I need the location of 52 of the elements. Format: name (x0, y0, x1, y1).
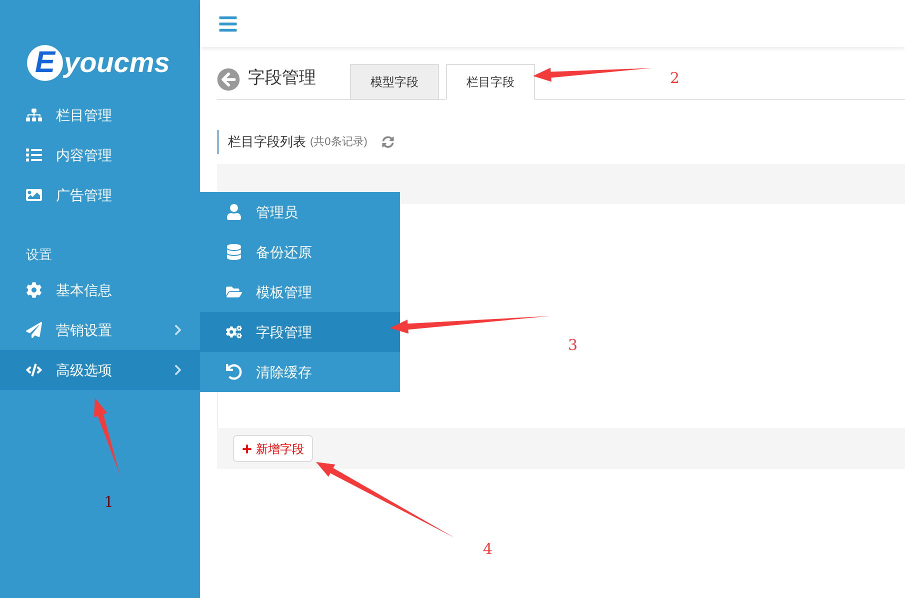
tab[interactable]: 栏目字段 (446, 64, 535, 100)
flyout-item[interactable]: 管理员 (200, 192, 400, 232)
flyout-item[interactable]: 字段管理 (200, 312, 400, 352)
menu-label: 字段管理 (256, 322, 312, 342)
sidebar-item[interactable]: 基本信息 (0, 270, 200, 310)
menu-label: 内容管理 (56, 146, 113, 164)
user-icon (226, 204, 242, 220)
record-count: (共0条记录) (310, 134, 368, 150)
annotation-number: 2 (670, 69, 680, 87)
menu-label: 备份还原 (256, 242, 312, 262)
tab[interactable]: 模型字段 (350, 64, 439, 100)
menu-label: 营销设置 (56, 320, 113, 340)
chevron-right-icon (172, 324, 184, 336)
annotation-number: 3 (568, 336, 578, 354)
menu-label: 基本信息 (56, 280, 113, 300)
sidebar-item[interactable]: 高级选项 (0, 350, 200, 390)
sidebar-item[interactable]: 广告管理 (0, 175, 200, 215)
menu-label: 栏目管理 (56, 106, 113, 124)
list-title: 栏目字段列表 (228, 133, 306, 152)
flyout-item[interactable]: 备份还原 (200, 232, 400, 272)
gear-icon (26, 282, 42, 298)
list-icon (26, 147, 42, 163)
menu-label: 管理员 (256, 202, 298, 222)
refresh-icon[interactable] (382, 136, 394, 148)
logo-badge: E (27, 44, 63, 80)
flyout-item[interactable]: 模板管理 (200, 272, 400, 312)
menu-label: 清除缓存 (256, 362, 312, 382)
folder-icon (226, 284, 242, 300)
sitemap-icon (26, 107, 42, 123)
sidebar-item[interactable]: 栏目管理 (0, 95, 200, 135)
menu-icon[interactable] (217, 14, 239, 34)
sidebar-item[interactable]: 内容管理 (0, 135, 200, 175)
flyout-item[interactable]: 清除缓存 (200, 352, 400, 392)
undo-icon (226, 364, 242, 380)
menu-label: 广告管理 (56, 186, 113, 204)
paper-plane-icon (26, 322, 42, 338)
menu-label: 高级选项 (56, 360, 113, 380)
image-icon (26, 187, 42, 203)
section-label: 设置 (25, 246, 53, 264)
add-field-button[interactable]: 新增字段 (233, 435, 313, 462)
back-icon[interactable] (217, 68, 240, 91)
logo-text: youcms (64, 46, 170, 80)
sidebar-item[interactable]: 营销设置 (0, 310, 200, 350)
code-icon (26, 362, 42, 378)
annotation-number: 4 (483, 540, 493, 558)
page-title: 字段管理 (248, 66, 316, 88)
menu-label: 模板管理 (256, 282, 312, 302)
annotation-number: 1 (104, 493, 114, 511)
database-icon (226, 244, 242, 260)
gears-icon (226, 324, 242, 340)
chevron-right-icon (172, 364, 184, 376)
plus-icon (242, 444, 252, 454)
